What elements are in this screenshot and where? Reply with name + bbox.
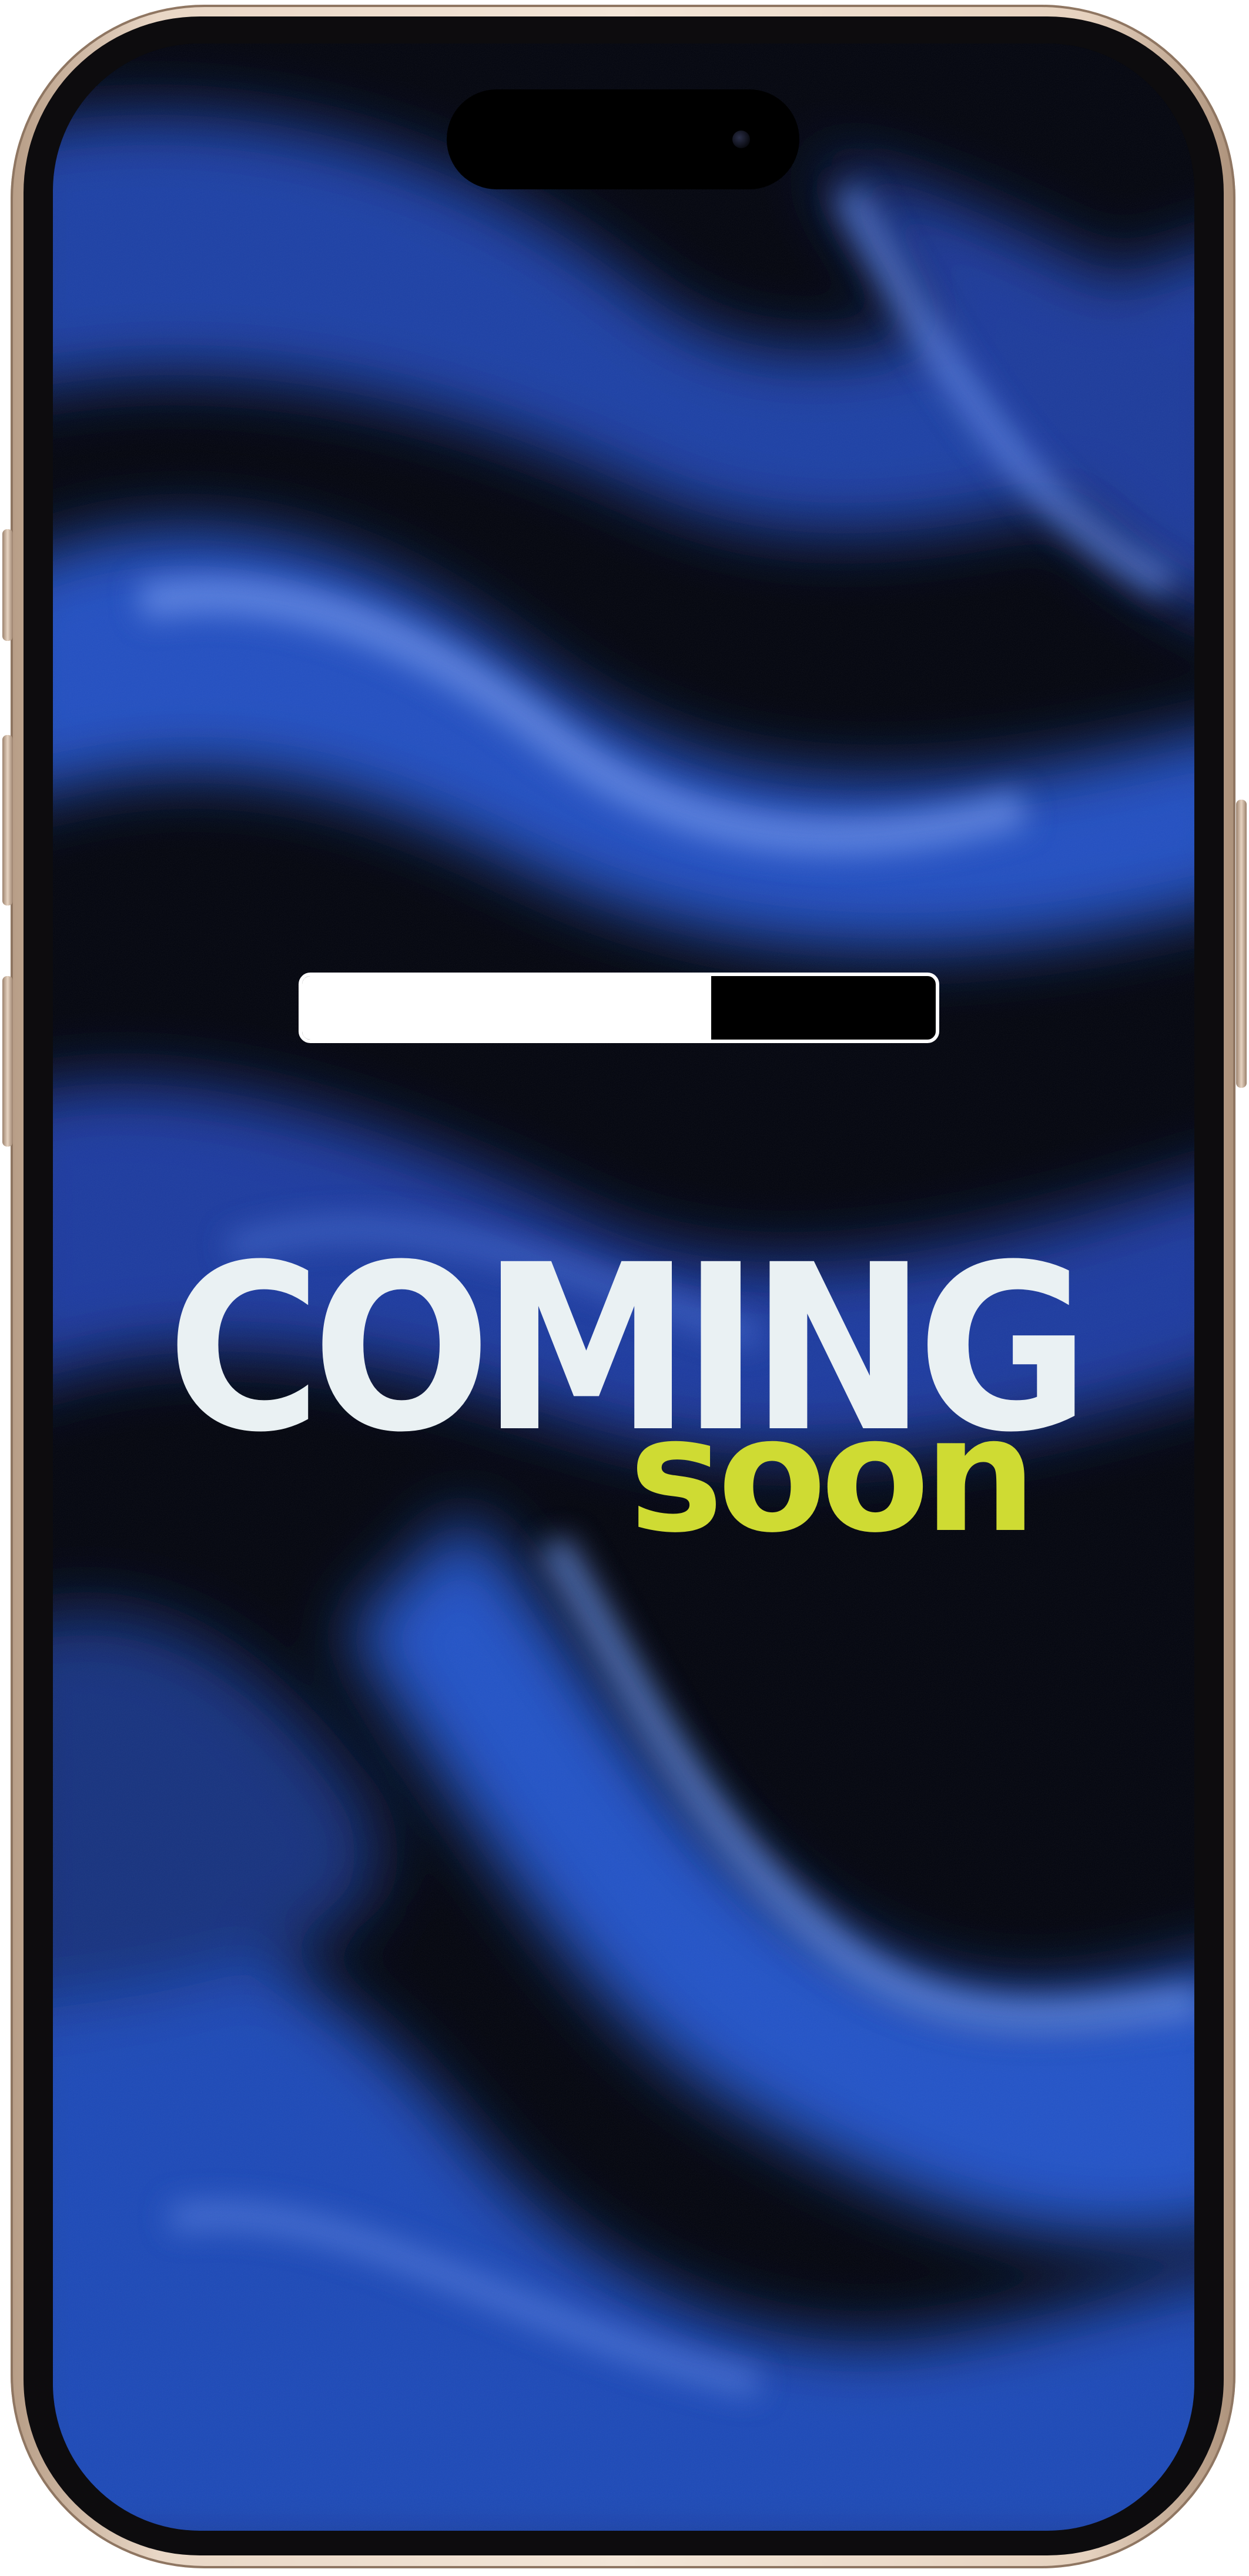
loading-progress-fill xyxy=(302,976,711,1040)
soon-subheadline: soon xyxy=(629,1382,1037,1568)
dynamic-island xyxy=(447,89,799,189)
action-button xyxy=(2,529,13,641)
app-screen: COMING soon xyxy=(53,44,1194,2531)
front-camera-icon xyxy=(732,131,750,148)
volume-down-button xyxy=(2,976,13,1147)
power-button xyxy=(1236,800,1247,1088)
phone-mockup: COMING soon xyxy=(0,0,1249,2576)
volume-up-button xyxy=(2,735,13,906)
loading-progress-bar xyxy=(299,973,939,1043)
